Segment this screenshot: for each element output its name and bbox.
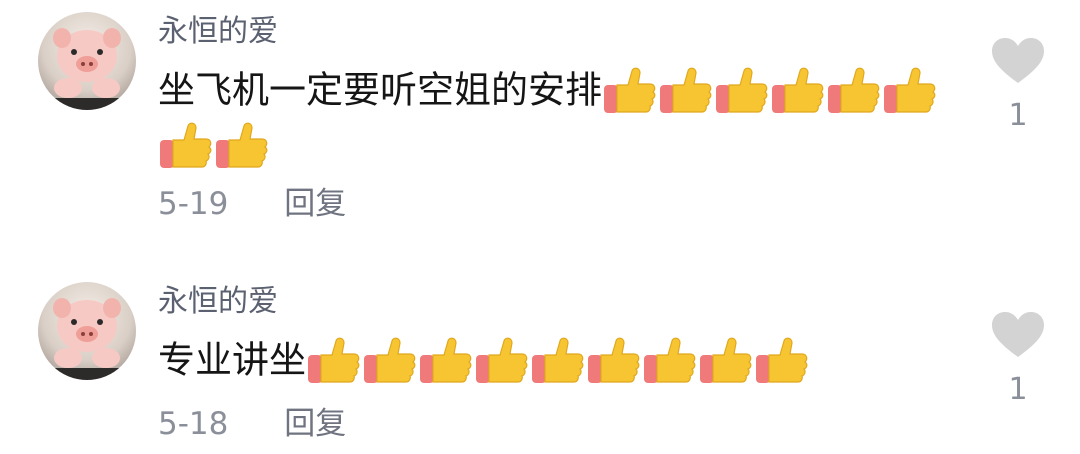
thumbs-up-emoji-icon (772, 67, 824, 113)
comment-item[interactable]: 永恒的爱 专业讲坐 5-18 回复 1 (0, 270, 1080, 454)
thumbs-up-emoji-icon (420, 337, 472, 383)
thumbs-up-emoji-icon (364, 337, 416, 383)
thumbs-up-emoji-icon (160, 122, 212, 168)
reply-button[interactable]: 回复 (284, 406, 346, 442)
thumbs-up-emoji-icon (756, 337, 808, 383)
pig-avatar-icon (52, 28, 122, 110)
like-button[interactable]: 1 (990, 310, 1046, 408)
reply-button[interactable]: 回复 (284, 186, 346, 222)
thumbs-up-emoji-icon (532, 337, 584, 383)
username[interactable]: 永恒的爱 (158, 12, 278, 52)
comment-date: 5-19 (158, 186, 229, 222)
thumbs-up-emoji-icon (644, 337, 696, 383)
thumbs-up-emoji-icon (660, 67, 712, 113)
comment-meta: 5-18 回复 (158, 402, 346, 446)
thumbs-up-emoji-icon (476, 337, 528, 383)
comment-date: 5-18 (158, 406, 229, 442)
like-count: 1 (1008, 98, 1028, 133)
like-button[interactable]: 1 (990, 36, 1046, 134)
comment-text: 专业讲坐 (158, 332, 958, 388)
thumbs-up-emoji-icon (308, 337, 360, 383)
avatar[interactable] (38, 12, 136, 110)
like-count: 1 (1008, 372, 1028, 407)
username[interactable]: 永恒的爱 (158, 282, 278, 322)
comment-body: 专业讲坐 (158, 338, 306, 382)
heart-icon[interactable] (990, 310, 1046, 360)
thumbs-up-emoji-icon (604, 67, 656, 113)
comment-text: 坐飞机一定要听空姐的安排 (158, 62, 958, 172)
comment-item[interactable]: 永恒的爱 坐飞机一定要听空姐的安排 5-19 回复 1 (0, 0, 1080, 250)
thumbs-up-emoji-icon (716, 67, 768, 113)
heart-icon[interactable] (990, 36, 1046, 86)
emoji-row (306, 337, 810, 383)
avatar[interactable] (38, 282, 136, 380)
thumbs-up-emoji-icon (828, 67, 880, 113)
thumbs-up-emoji-icon (700, 337, 752, 383)
thumbs-up-emoji-icon (884, 67, 936, 113)
thumbs-up-emoji-icon (588, 337, 640, 383)
comment-body: 坐飞机一定要听空姐的安排 (158, 68, 602, 112)
comment-meta: 5-19 回复 (158, 182, 346, 226)
pig-avatar-icon (52, 298, 122, 380)
thumbs-up-emoji-icon (216, 122, 268, 168)
